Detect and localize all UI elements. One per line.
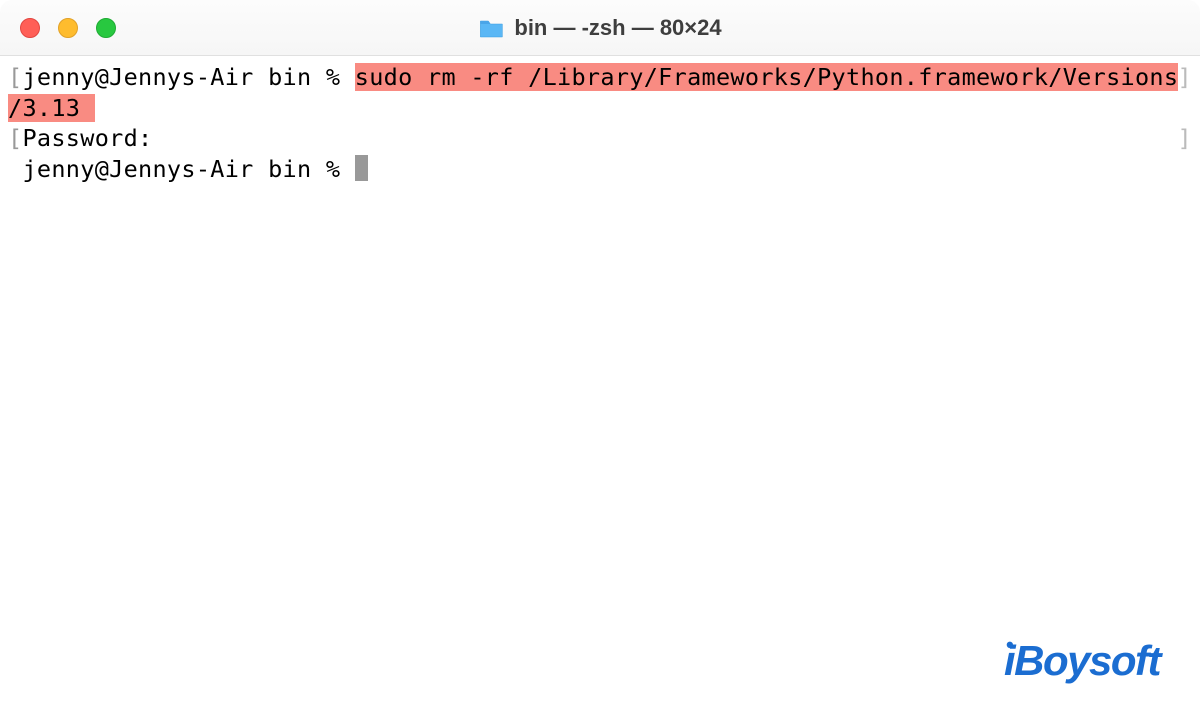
watermark-text: iBoysoft [1004,637,1160,684]
folder-icon [478,17,504,39]
terminal-content[interactable]: [jenny@Jennys-Air bin % sudo rm -rf /Lib… [0,56,1200,190]
password-prompt: Password: [22,124,152,152]
watermark-dot-icon: • [1006,632,1012,658]
window-title: bin — -zsh — 80×24 [514,15,721,41]
title-container: bin — -zsh — 80×24 [478,15,721,41]
terminal-line-3: jenny@Jennys-Air bin % [8,154,1192,185]
prompt-2: jenny@Jennys-Air bin % [22,155,354,183]
terminal-line-2: [Password:] [8,123,1192,154]
close-button[interactable] [20,18,40,38]
cursor-icon [355,155,368,181]
prompt-1: jenny@Jennys-Air bin % [22,63,354,91]
command-highlight-2: /3.13 [8,94,95,122]
command-highlight-1: sudo rm -rf /Library/Frameworks/Python.f… [355,63,1179,91]
titlebar[interactable]: bin — -zsh — 80×24 [0,0,1200,56]
maximize-button[interactable] [96,18,116,38]
watermark-logo: • iBoysoft [1004,637,1160,685]
minimize-button[interactable] [58,18,78,38]
terminal-line-1b: /3.13 [8,93,1192,124]
terminal-line-1: [jenny@Jennys-Air bin % sudo rm -rf /Lib… [8,62,1192,93]
traffic-lights [0,18,116,38]
terminal-window: bin — -zsh — 80×24 [jenny@Jennys-Air bin… [0,0,1200,710]
